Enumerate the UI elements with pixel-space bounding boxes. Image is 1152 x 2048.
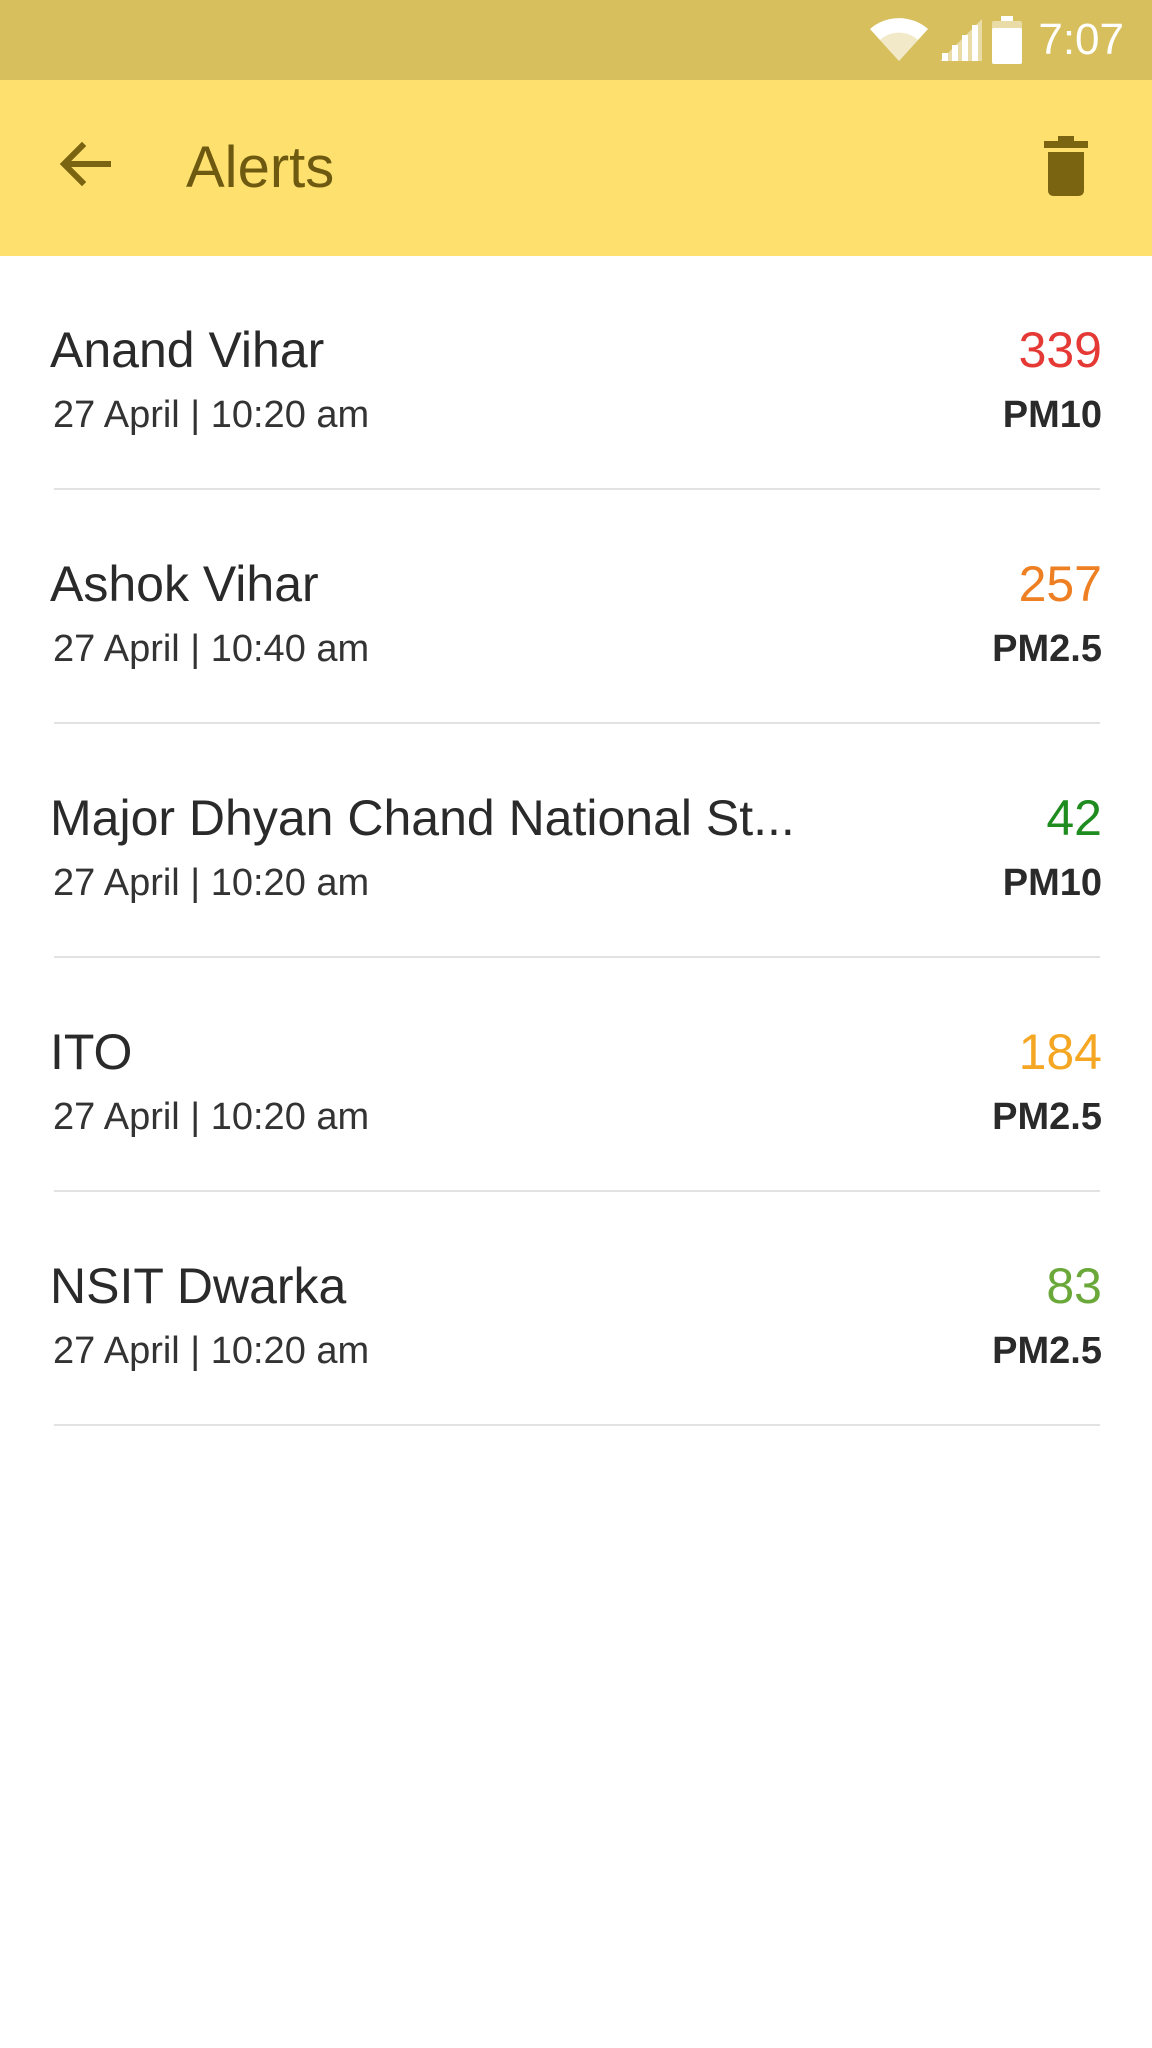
list-item[interactable]: Anand Vihar 27 April | 10:20 am 339 PM10: [0, 256, 1152, 490]
pollutant-label: PM10: [1002, 394, 1102, 436]
aqi-value: 257: [1018, 556, 1102, 612]
alert-time: 27 April | 10:40 am: [53, 628, 370, 670]
list-item[interactable]: Ashok Vihar 27 April | 10:40 am 257 PM2.…: [0, 490, 1152, 724]
pollutant-label: PM2.5: [992, 1330, 1102, 1372]
list-item[interactable]: Major Dhyan Chand National St... 27 Apri…: [0, 724, 1152, 958]
aqi-value: 339: [1018, 322, 1102, 378]
pollutant-label: PM10: [1002, 862, 1102, 904]
alert-time: 27 April | 10:20 am: [53, 394, 370, 436]
battery-icon: [992, 16, 1023, 64]
station-name: Anand Vihar: [50, 322, 325, 378]
app-bar: Alerts: [0, 80, 1152, 256]
list-item[interactable]: ITO 27 April | 10:20 am 184 PM2.5: [0, 958, 1152, 1192]
pollutant-label: PM2.5: [992, 628, 1102, 670]
aqi-value: 83: [1046, 1258, 1102, 1314]
station-name: ITO: [50, 1024, 133, 1080]
pollutant-label: PM2.5: [992, 1096, 1102, 1138]
delete-button[interactable]: [1026, 126, 1106, 206]
signal-icon: [938, 17, 984, 63]
page-title: Alerts: [186, 135, 335, 200]
station-name: Ashok Vihar: [50, 556, 319, 612]
alert-time: 27 April | 10:20 am: [53, 1096, 370, 1138]
wifi-icon: [868, 17, 930, 63]
alert-time: 27 April | 10:20 am: [53, 862, 370, 904]
alert-list: Anand Vihar 27 April | 10:20 am 339 PM10…: [0, 256, 1152, 1426]
status-icons: 7:07: [868, 0, 1124, 80]
status-bar: 7:07: [0, 0, 1152, 80]
arrow-back-icon: [59, 141, 111, 187]
list-item[interactable]: NSIT Dwarka 27 April | 10:20 am 83 PM2.5: [0, 1192, 1152, 1426]
status-time: 7:07: [1038, 15, 1124, 64]
aqi-value: 184: [1018, 1024, 1102, 1080]
alert-time: 27 April | 10:20 am: [53, 1330, 370, 1372]
back-button[interactable]: [44, 124, 124, 204]
station-name: Major Dhyan Chand National St...: [50, 790, 795, 846]
aqi-value: 42: [1046, 790, 1102, 846]
station-name: NSIT Dwarka: [50, 1258, 347, 1314]
trash-icon: [1044, 136, 1088, 196]
